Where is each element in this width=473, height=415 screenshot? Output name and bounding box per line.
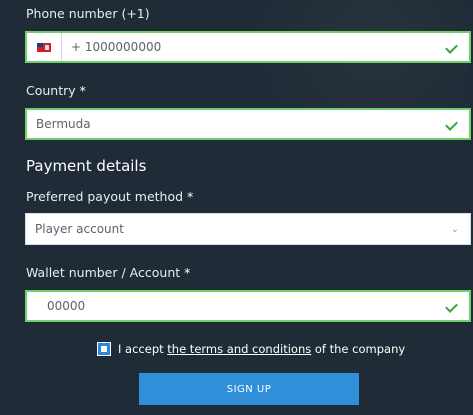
wallet-input[interactable]: 00000 [27, 299, 447, 313]
valid-check-icon [447, 43, 459, 51]
phone-field[interactable]: + 1000000000 [25, 31, 471, 63]
payout-method-select[interactable]: Player account ⌄ [25, 213, 471, 245]
country-code-selector[interactable] [27, 33, 62, 61]
terms-text: I accept the terms and conditions of the… [118, 342, 405, 356]
wallet-label: Wallet number / Account * [26, 265, 191, 280]
section-title: Payment details [26, 157, 147, 175]
phone-input[interactable]: + 1000000000 [62, 40, 447, 54]
phone-label: Phone number (+1) [26, 6, 150, 21]
terms-link[interactable]: the terms and conditions [167, 342, 311, 356]
valid-check-icon [447, 302, 459, 310]
terms-suffix: of the company [311, 342, 406, 356]
terms-prefix: I accept [118, 342, 168, 356]
country-field[interactable]: Bermuda [25, 108, 471, 140]
valid-check-icon [447, 120, 459, 128]
chevron-down-icon: ⌄ [450, 223, 460, 235]
country-input[interactable]: Bermuda [27, 117, 447, 131]
payout-method-label: Preferred payout method * [26, 189, 194, 204]
terms-checkbox[interactable] [97, 342, 111, 356]
payout-method-value: Player account [35, 222, 124, 236]
wallet-field[interactable]: 00000 [25, 290, 471, 322]
bermuda-flag-icon [37, 42, 51, 52]
sign-up-button[interactable]: SIGN UP [139, 373, 359, 405]
country-label: Country * [26, 83, 86, 98]
